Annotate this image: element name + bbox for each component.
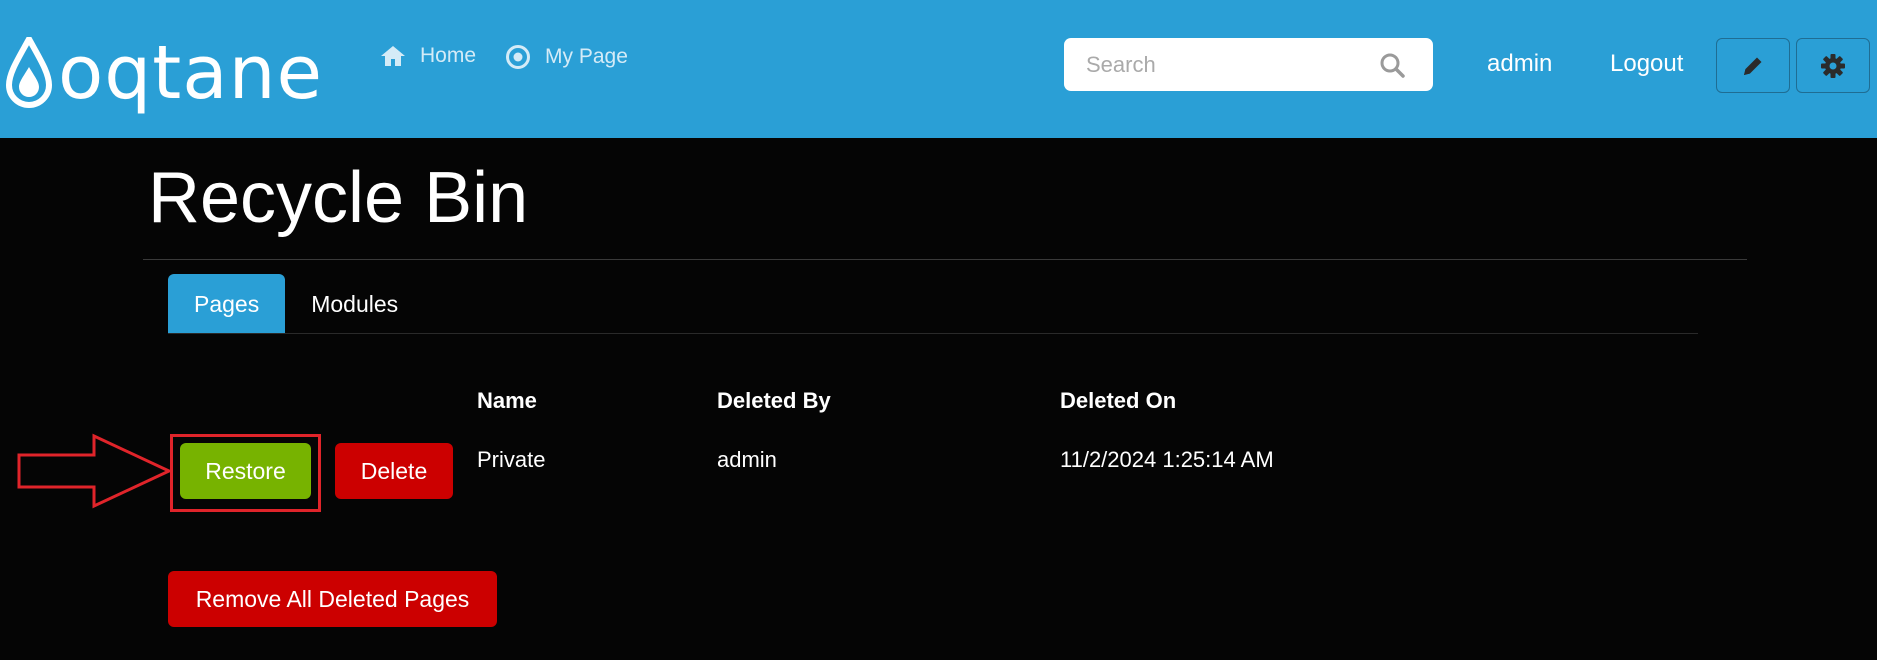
search-icon[interactable]: [1379, 52, 1405, 83]
tab-pages[interactable]: Pages: [168, 274, 286, 334]
row-deleted-on-cell: 11/2/2024 1:25:14 AM: [1060, 447, 1274, 472]
nav-mypage-label: My Page: [545, 45, 628, 68]
tab-modules[interactable]: Modules: [285, 274, 424, 334]
pencil-icon: [1744, 57, 1762, 75]
column-header-deleted-on: Deleted On: [1060, 388, 1177, 413]
edit-mode-button[interactable]: [1716, 38, 1790, 93]
search-input[interactable]: [1086, 38, 1376, 91]
droplet-logo-icon: [6, 37, 52, 108]
logo-text: oqtane: [58, 30, 324, 116]
title-divider: [143, 259, 1747, 260]
pointer-arrow-icon: [17, 433, 173, 509]
search-box: [1064, 38, 1433, 91]
nav-mypage-link[interactable]: My Page: [505, 44, 628, 70]
user-profile-link[interactable]: admin: [1487, 50, 1552, 78]
delete-button[interactable]: Delete: [335, 443, 453, 499]
logout-link[interactable]: Logout: [1610, 50, 1683, 78]
row-name-cell: Private: [477, 447, 546, 472]
tabs-divider: [168, 333, 1698, 334]
column-header-name: Name: [477, 388, 537, 413]
top-navbar: oqtane Home My Page admin Logout: [0, 0, 1877, 138]
column-header-deleted-by: Deleted By: [717, 388, 831, 413]
nav-home-link[interactable]: Home: [380, 44, 476, 68]
recycle-bin-tabs: Pages Modules: [168, 274, 424, 334]
oqtane-logo[interactable]: oqtane: [6, 30, 323, 116]
gear-icon: [1821, 53, 1845, 78]
page-title: Recycle Bin: [148, 158, 529, 238]
target-icon: [506, 45, 530, 69]
home-icon: [381, 46, 405, 66]
nav-home-label: Home: [420, 44, 477, 67]
highlight-box: [170, 434, 321, 512]
remove-all-deleted-pages-button[interactable]: Remove All Deleted Pages: [168, 571, 497, 627]
settings-button[interactable]: [1796, 38, 1870, 93]
row-deleted-by-cell: admin: [717, 447, 777, 472]
